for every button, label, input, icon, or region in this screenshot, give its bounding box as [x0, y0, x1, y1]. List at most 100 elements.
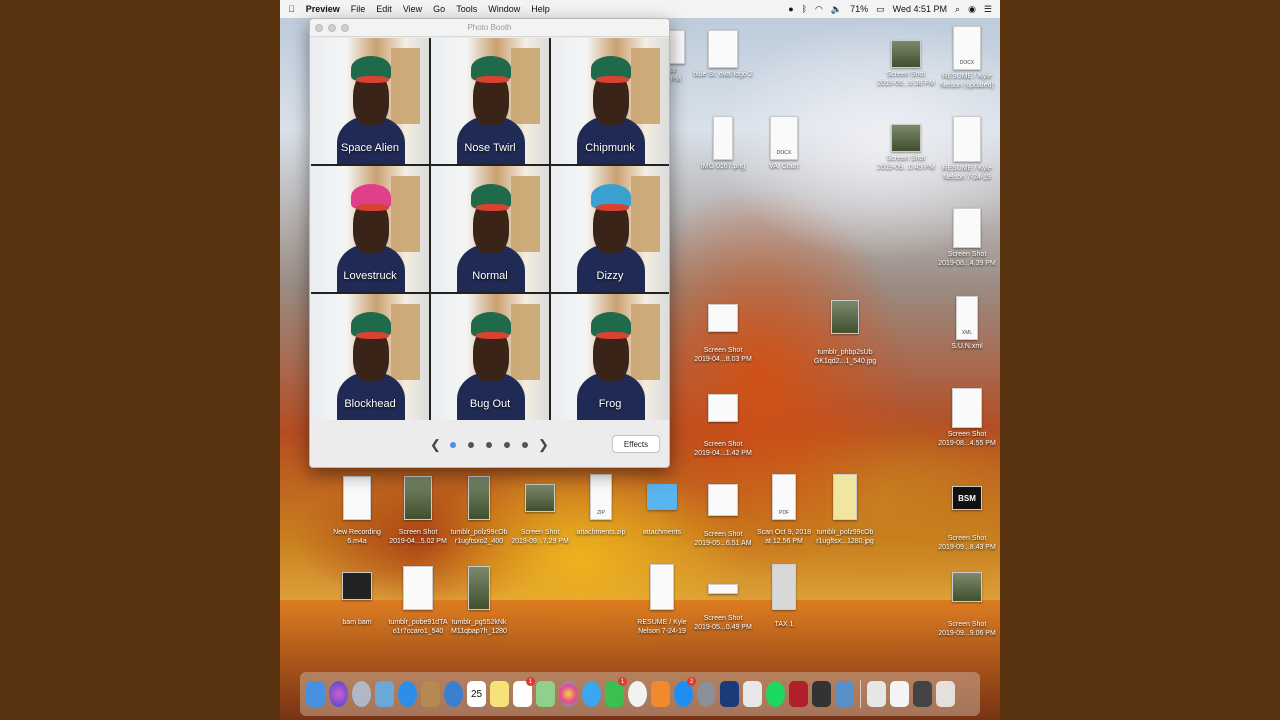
notification-center-icon[interactable]: ☰ — [984, 4, 992, 15]
status-circle-icon[interactable]: ● — [788, 4, 793, 14]
instruments-icon[interactable] — [720, 681, 739, 707]
preview-icon[interactable] — [375, 681, 394, 707]
effect-tile-normal[interactable]: Normal — [431, 166, 549, 292]
photo-booth-titlebar[interactable]: Photo Booth — [310, 19, 669, 37]
screenshots-stack-icon[interactable] — [913, 681, 932, 707]
effect-label: Blockhead — [344, 398, 396, 410]
menu-edit[interactable]: Edit — [376, 4, 392, 14]
desktop-icon[interactable]: Screen Shot 2019-04...1.42 PM — [688, 394, 758, 458]
reminders-icon[interactable]: 1 — [513, 677, 535, 707]
desktop-icon[interactable]: XML S.U.N.xml — [932, 296, 1000, 351]
next-page-button[interactable]: ❯ — [538, 437, 549, 453]
effect-tile-bug-out[interactable]: Bug Out — [431, 294, 549, 420]
menu-help[interactable]: Help — [531, 4, 550, 14]
desktop-icon[interactable]: RESUME / Kyle Nelson 7-24-19 — [932, 116, 1000, 182]
desktop-icon[interactable]: New Recording 6.m4a — [322, 476, 392, 546]
desktop-icon[interactable]: tumblr_pobe91dTA o1r7ccaro1_540 — [383, 566, 453, 636]
spotify-icon[interactable] — [766, 681, 785, 707]
effect-tile-blockhead[interactable]: Blockhead — [311, 294, 429, 420]
siri-icon[interactable] — [329, 681, 348, 707]
desktop-icon[interactable]: RESUME / Kyle Nelson 7-24-19 — [627, 564, 697, 636]
mac-desktop:  Preview File Edit View Go Tools Window… — [280, 0, 1000, 720]
desktop-icon[interactable]: Screen Shot 2019-05...0.49 PM — [688, 578, 758, 632]
desktop-icon-selected[interactable]: Screen Shot 2019-09...0.45 PM — [871, 116, 941, 172]
volume-icon[interactable]: 🔈 — [831, 4, 842, 15]
notes-icon[interactable] — [490, 681, 509, 707]
effect-tile-lovestruck[interactable]: Lovestruck — [311, 166, 429, 292]
menu-window[interactable]: Window — [488, 4, 520, 14]
page-dot-active[interactable] — [450, 442, 456, 448]
messages-icon[interactable] — [582, 681, 601, 707]
desktop-icon[interactable]: Screen Shot 2019-09...9.06 PM — [932, 572, 1000, 638]
page-dot[interactable] — [468, 442, 474, 448]
desktop-icon[interactable]: IMG 0167.png — [688, 116, 758, 171]
page-dot[interactable] — [486, 442, 492, 448]
effect-tile-frog[interactable]: Frog — [551, 294, 669, 420]
desktop-icon[interactable]: tumblr_pg552kNk M11qbap7h_1280 — [444, 566, 514, 636]
activity-monitor-icon[interactable] — [812, 681, 831, 707]
effect-label: Dizzy — [596, 270, 624, 282]
menu-go[interactable]: Go — [433, 4, 445, 14]
photos-icon[interactable] — [559, 681, 578, 707]
bluetooth-icon[interactable]: ᛒ — [802, 4, 807, 14]
calendar-icon[interactable]: 25 — [467, 681, 486, 707]
system-preferences-icon[interactable] — [697, 681, 716, 707]
menu-file[interactable]: File — [351, 4, 366, 14]
spotlight-icon[interactable]: ⌕ — [955, 4, 960, 15]
desktop-icon[interactable]: Screen Shot 2019-08...4.39 PM — [932, 208, 1000, 268]
clock-icon[interactable] — [444, 681, 463, 707]
desktop-icon[interactable]: DOCX RESUME / Kyle Nelson (updated) — [932, 26, 1000, 90]
maps-icon[interactable] — [536, 681, 555, 707]
desktop-icon[interactable]: TAX 1 — [749, 564, 819, 629]
desktop-icon[interactable]: tumblr_phbp2sUb GK1qd2...1_540.jpg — [810, 300, 880, 366]
app-menu[interactable]: Preview — [306, 4, 340, 14]
desktop-icon[interactable]: Screen Shot 2019-05...6.51 AM — [688, 478, 758, 548]
image-capture-icon[interactable] — [835, 681, 854, 707]
preview-document-icon[interactable] — [743, 681, 762, 707]
safari-icon[interactable] — [398, 681, 417, 707]
desktop-icon[interactable]: ZIP attachments.zip — [566, 474, 636, 537]
photo-booth-icon[interactable] — [789, 681, 808, 707]
desktop-icon[interactable]: Screen Shot 2019-08...4.55 PM — [932, 388, 1000, 448]
notes-brown-icon[interactable] — [421, 681, 440, 707]
page-dot[interactable] — [522, 442, 528, 448]
clock[interactable]: Wed 4:51 PM — [893, 4, 947, 14]
desktop-icon[interactable]: blue St. oval logo 2 — [688, 30, 758, 79]
documents-stack-icon[interactable] — [890, 681, 909, 707]
facetime-icon[interactable]: 1 — [605, 677, 627, 707]
desktop-icon[interactable]: Screen Shot 2019-04...5.02 PM — [383, 476, 453, 546]
apple-menu-icon[interactable]:  — [288, 4, 295, 14]
trash-icon[interactable] — [936, 681, 955, 707]
reminders-badge: 1 — [526, 677, 535, 686]
effect-tile-chipmunk[interactable]: Chipmunk — [551, 38, 669, 164]
effect-tile-nose-twirl[interactable]: Nose Twirl — [431, 38, 549, 164]
wifi-icon[interactable]: ◠ — [815, 4, 823, 15]
desktop-icon[interactable]: tumblr_polz99cOb r1ugftsx...1280.jpg — [810, 474, 880, 546]
app-store-icon[interactable]: 2 — [674, 677, 696, 707]
menu-view[interactable]: View — [403, 4, 422, 14]
effect-label: Lovestruck — [343, 270, 397, 282]
effect-tile-dizzy[interactable]: Dizzy — [551, 166, 669, 292]
menu-tools[interactable]: Tools — [456, 4, 477, 14]
page-dot[interactable] — [504, 442, 510, 448]
desktop-icon[interactable]: bam bam — [322, 572, 392, 627]
finder-icon[interactable] — [306, 681, 325, 707]
desktop-icon[interactable]: PDF Scan Oct 9, 2018 at 12.56 PM — [749, 474, 819, 546]
battery-percent[interactable]: 71% — [850, 4, 868, 14]
books-icon[interactable] — [651, 681, 670, 707]
desktop-folder[interactable]: attachments — [627, 476, 697, 537]
battery-icon[interactable]: ▭ — [876, 4, 885, 15]
desktop-icon[interactable]: Screen Shot 2019-09...7.29 PM — [505, 476, 575, 546]
effect-tile-space-alien[interactable]: Space Alien — [311, 38, 429, 164]
previous-page-button[interactable]: ❮ — [430, 437, 441, 453]
downloads-stack-icon[interactable] — [867, 681, 886, 707]
launchpad-icon[interactable] — [352, 681, 371, 707]
desktop-icon[interactable]: Screen Shot 2019-04...8.03 PM — [688, 302, 758, 364]
desktop-icon[interactable]: tumblr_polz99cOb r1ugftsxo2_400 — [444, 476, 514, 546]
desktop-icon[interactable]: DOCX VA. Court — [749, 116, 819, 171]
desktop-icon[interactable]: Screen Shot 2019-09...9.38 PM — [871, 36, 941, 88]
effects-button[interactable]: Effects — [612, 435, 660, 453]
itunes-icon[interactable] — [628, 681, 647, 707]
siri-icon[interactable]: ◉ — [968, 4, 976, 15]
desktop-icon[interactable]: BSM Screen Shot 2019-09...8.43 PM — [932, 486, 1000, 552]
